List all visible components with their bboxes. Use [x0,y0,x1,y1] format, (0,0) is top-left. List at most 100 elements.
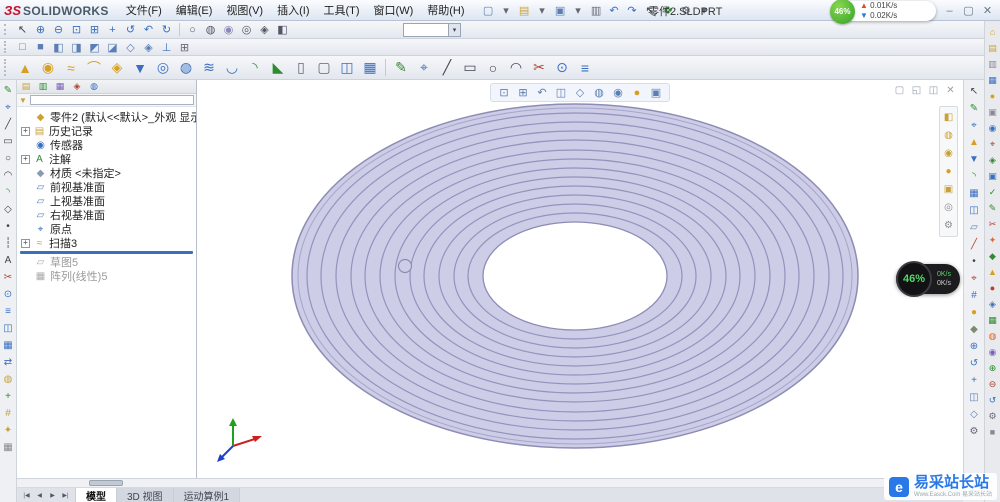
featuremanager-tab-icon[interactable]: ▤ [19,80,33,93]
menu-2[interactable]: 编辑(E) [169,0,220,20]
zoom-in-icon[interactable]: ⊕ [966,339,983,354]
rapid-sketch-icon[interactable]: ✦ [1,423,16,438]
circle-icon[interactable]: ○ [1,151,16,166]
edit-sketch-icon[interactable]: ✎ [1,83,16,98]
hidden-lines-icon[interactable]: ◍ [202,22,219,38]
display-style-icon[interactable]: ◍ [941,128,957,143]
rectangle-icon[interactable]: ▭ [459,57,481,78]
smart-dimension-icon[interactable]: ⌖ [413,57,435,78]
zoom-to-area-icon[interactable]: ⊞ [515,85,531,100]
combobox-dropdown-icon[interactable]: ▾ [448,23,460,36]
spiral-coil-model[interactable] [291,103,859,449]
custom-properties-icon[interactable]: ▣ [986,105,1000,119]
tree-filter-input[interactable] [29,95,194,105]
toolbar-grip[interactable] [4,59,10,76]
offset-entities-icon[interactable]: ≡ [574,57,596,78]
corner-rectangle-icon[interactable]: ▭ [1,134,16,149]
four-viewport-icon[interactable]: ⊞ [176,39,193,55]
extruded-boss-icon[interactable]: ▲ [966,135,983,150]
view-settings-icon[interactable]: ⚙ [941,218,957,233]
dimetric-view-icon[interactable]: ◈ [140,39,157,55]
next-tab-icon[interactable]: ▶ [47,488,58,502]
trim-entities-icon[interactable]: ✂ [1,270,16,285]
mirror-icon[interactable]: ◫ [966,203,983,218]
menu-4[interactable]: 插入(I) [270,0,316,20]
swept-cut-icon[interactable]: ≋ [198,57,220,78]
rotate-view-icon[interactable]: ↺ [122,22,139,38]
configurationmanager-tab-icon[interactable]: ▦ [53,80,67,93]
bottom-view-icon[interactable]: ◪ [104,39,121,55]
quick-snaps-icon[interactable]: # [1,406,16,421]
square-tool-icon[interactable]: ■ [986,425,1000,439]
dropdown-arrow-icon[interactable]: ▾ [570,2,587,18]
graphics-viewport[interactable]: ⊡ ⊞ ↶ ◫ ◇ ◍ ◉ ● ▣ ▢ ◱ ◫ ✕ ◧ ◍ ◉ ● ▣ ◎ ⚙ [197,80,963,478]
sketch-icon[interactable]: ✎ [390,57,412,78]
reference-plane-icon[interactable]: ▱ [966,220,983,235]
grid-settings-icon[interactable]: ▦ [1,440,16,455]
dropdown-arrow-icon[interactable]: ▾ [498,2,515,18]
select-arrow-icon[interactable]: ↖ [966,84,983,99]
expander-icon[interactable]: + [21,238,30,248]
point-icon[interactable]: • [1,219,16,234]
front-view-icon[interactable]: □ [14,39,31,55]
toolbar-grip[interactable] [4,41,10,53]
lofted-cut-icon[interactable]: ◡ [221,57,243,78]
section-properties-icon[interactable]: ▣ [986,169,1000,183]
propertymanager-tab-icon[interactable]: ▥ [36,80,50,93]
dimxpert-tab-icon[interactable]: ◈ [70,80,84,93]
zoom-in-tool-icon[interactable]: ⊕ [986,361,1000,375]
chamfer-icon[interactable]: ◣ [267,57,289,78]
measure-icon[interactable]: # [966,288,983,303]
sketch-icon[interactable]: ✎ [966,101,983,116]
mirror-entities-icon[interactable]: ◫ [1,321,16,336]
tree-item-top-plane[interactable]: ▱ 上视基准面 [17,194,196,209]
right-view-icon[interactable]: ◨ [68,39,85,55]
redraw-icon[interactable]: ↻ [158,22,175,38]
shell-icon[interactable]: ▢ [313,57,335,78]
shaded-with-edges-icon[interactable]: ◎ [238,22,255,38]
zoom-to-fit-icon[interactable]: ⊡ [496,85,512,100]
fillet-icon[interactable]: ◝ [966,169,983,184]
boundary-boss-icon[interactable]: ◈ [106,57,128,78]
arc-icon[interactable]: ◠ [505,57,527,78]
mass-properties-icon[interactable]: ◈ [986,153,1000,167]
mirror-icon[interactable]: ◫ [336,57,358,78]
perspective-icon[interactable]: ◈ [256,22,273,38]
edit-appearance-icon[interactable]: ● [941,164,957,179]
zoom-in-icon[interactable]: ⊕ [32,22,49,38]
text-icon[interactable]: A [1,253,16,268]
linear-sketch-pattern-icon[interactable]: ▦ [1,338,16,353]
viewport-minimize-icon[interactable]: ▢ [893,84,906,97]
section-view-icon[interactable]: ◫ [966,390,983,405]
linear-pattern-icon[interactable]: ▦ [359,57,381,78]
tab-3[interactable]: 运动算例1 [173,488,241,502]
apply-scene-icon[interactable]: ▣ [648,85,664,100]
dot-tool-icon[interactable]: ● [986,281,1000,295]
print-icon[interactable]: ▥ [588,2,605,18]
tree-item-annotations[interactable]: + A 注解 [17,152,196,166]
coil-end-face[interactable] [397,258,413,274]
file-explorer-icon[interactable]: ▥ [986,57,1000,71]
previous-view-icon[interactable]: ↶ [534,85,550,100]
star-tool-icon[interactable]: ✦ [986,233,1000,247]
tree-item-material[interactable]: ◆ 材质 <未指定> [17,166,196,181]
save-icon[interactable]: ▣ [552,2,569,18]
check-icon[interactable]: ✓ [986,185,1000,199]
expander-icon[interactable]: + [21,154,30,164]
horizontal-scrollbar[interactable] [17,479,963,488]
convert-entities-icon[interactable]: ⊙ [1,287,16,302]
rotate-tool-icon[interactable]: ↺ [986,393,1000,407]
swept-boss-icon[interactable]: ≈ [60,57,82,78]
view-palette-icon[interactable]: ▦ [986,73,1000,87]
tree-item-pattern-linear5[interactable]: ▦ 阵列(线性)5 [17,269,196,284]
reference-axis-icon[interactable]: ╱ [966,237,983,252]
dropdown-arrow-icon[interactable]: ▾ [534,2,551,18]
reference-point-icon[interactable]: • [966,254,983,269]
tree-item-origin[interactable]: ⌖ 原点 [17,222,196,237]
sketch-fillet-icon[interactable]: ◝ [1,185,16,200]
extruded-boss-icon[interactable]: ▲ [14,57,36,78]
design-library-icon[interactable]: ▤ [986,41,1000,55]
hide-show-items-icon[interactable]: ◉ [610,85,626,100]
view-orientation-icon[interactable]: ◇ [572,85,588,100]
smart-dimension-icon[interactable]: ⌖ [1,100,16,115]
